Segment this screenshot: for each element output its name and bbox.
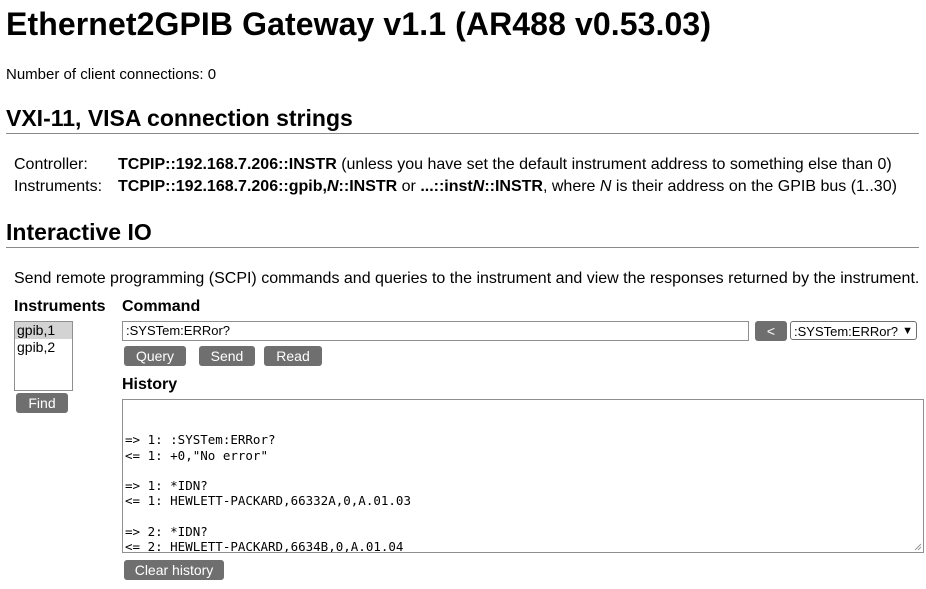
instrument-option[interactable]: gpib,1 — [15, 322, 72, 339]
instruments-row: Instruments: TCPIP::192.168.7.206::gpib,N… — [14, 178, 897, 196]
vxi-heading: VXI-11, VISA connection strings — [6, 105, 353, 131]
send-button[interactable]: Send — [199, 346, 255, 366]
instruments-column-label: Instruments — [14, 298, 106, 315]
resize-grip-icon[interactable] — [914, 543, 922, 551]
history-prev-button[interactable]: < — [755, 321, 787, 341]
instrument-string-1: TCPIP::192.168.7.206::gpib,N::INSTR — [118, 178, 398, 195]
history-textarea[interactable]: => 1: :SYSTem:ERRor? <= 1: +0,"No error" … — [122, 399, 924, 553]
history-line: => 2: *IDN? — [125, 523, 208, 539]
interactive-description: Send remote programming (SCPI) commands … — [14, 270, 920, 287]
history-line: <= 1: +0,"No error" — [125, 447, 268, 463]
history-line: <= 1: HEWLETT-PACKARD,66332A,0,A.01.03 — [125, 493, 411, 509]
history-line: <= 2: HEWLETT-PACKARD,6634B,0,A.01.04 — [125, 538, 404, 553]
instrument-option[interactable]: gpib,2 — [15, 339, 72, 356]
n-variable: N — [599, 178, 612, 195]
history-line — [125, 463, 921, 478]
command-label: Command — [122, 298, 201, 315]
interactive-heading: Interactive IO — [6, 219, 152, 245]
instruments-label: Instruments: — [14, 178, 103, 195]
vxi-divider — [6, 133, 919, 134]
controller-row: Controller: TCPIP::192.168.7.206::INSTR (… — [14, 156, 892, 174]
clear-history-button[interactable]: Clear history — [124, 560, 224, 580]
history-line: => 1: :SYSTem:ERRor? — [125, 432, 276, 448]
query-button[interactable]: Query — [124, 346, 186, 366]
command-history-select[interactable]: :SYSTem:ERRor? ▼ — [790, 321, 917, 340]
instrument-listbox[interactable]: gpib,1 gpib,2 — [14, 321, 73, 391]
address-note: is their address on the GPIB bus (1..30) — [611, 178, 897, 195]
page-title: Ethernet2GPIB Gateway v1.1 (AR488 v0.53.… — [6, 6, 712, 42]
controller-note: (unless you have set the default instrum… — [336, 156, 892, 173]
interactive-divider — [6, 247, 919, 248]
history-content: => 1: :SYSTem:ERRor? <= 1: +0,"No error" … — [125, 432, 921, 553]
client-connections-text: Number of client connections: 0 — [6, 66, 217, 83]
history-line: => 1: *IDN? — [125, 478, 208, 494]
instrument-string-2: ...::instN::INSTR — [420, 178, 543, 195]
command-input[interactable]: :SYSTem:ERRor? — [122, 321, 749, 341]
history-label: History — [122, 376, 178, 393]
find-button[interactable]: Find — [16, 393, 68, 413]
or-text: or — [397, 178, 421, 195]
read-button[interactable]: Read — [264, 346, 322, 366]
command-history-select-value: :SYSTem:ERRor? — [794, 324, 899, 339]
history-line — [125, 508, 921, 523]
controller-label: Controller: — [14, 156, 88, 173]
chevron-down-icon: ▼ — [902, 325, 913, 337]
controller-string: TCPIP::192.168.7.206::INSTR — [118, 156, 337, 173]
where-text: , where — [542, 178, 600, 195]
